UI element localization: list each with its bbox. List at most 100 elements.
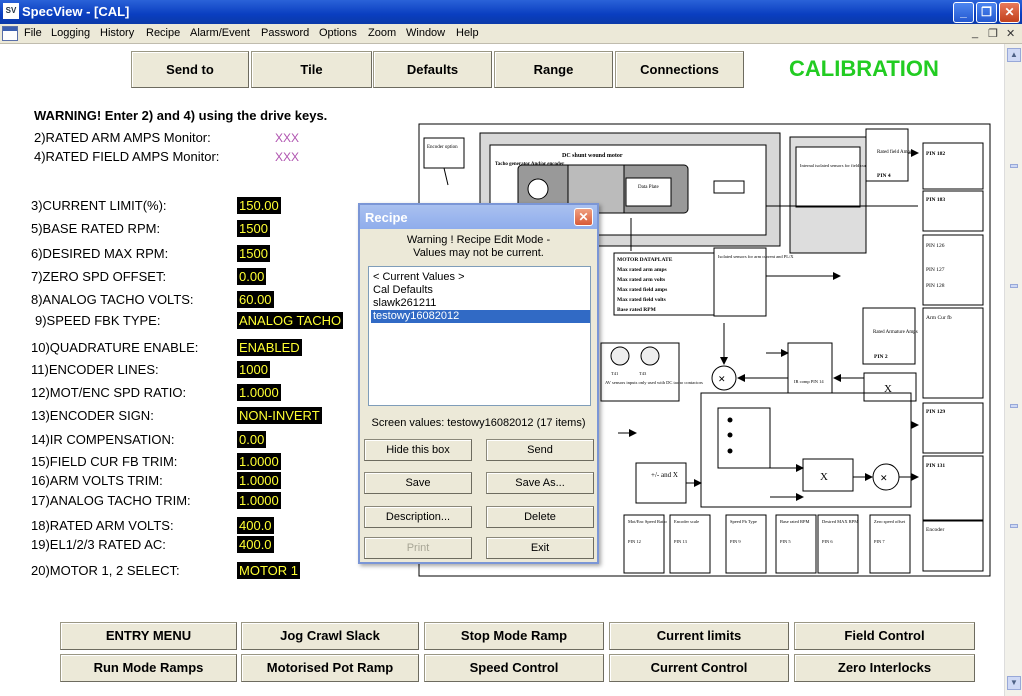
plusminus-text: +/- and X — [651, 471, 678, 479]
encoder-lines-value[interactable]: 1000 — [237, 361, 270, 378]
dataplate-line: Base rated RPM — [617, 307, 657, 313]
vertical-scrollbar[interactable]: ▲ ▼ — [1004, 44, 1022, 696]
hide-this-box-button[interactable]: Hide this box — [364, 439, 472, 461]
description-button[interactable]: Description... — [364, 506, 472, 528]
menu-help[interactable]: Help — [456, 27, 479, 39]
svg-text:PIN 6: PIN 6 — [822, 539, 833, 544]
svg-text:PIN 7: PIN 7 — [874, 539, 885, 544]
menu-file[interactable]: File — [24, 27, 42, 39]
motor-select-value[interactable]: MOTOR 1 — [237, 562, 300, 579]
tile-button[interactable]: Tile — [251, 51, 372, 88]
recipe-list-item-selected[interactable]: testowy16082012 — [371, 310, 590, 323]
scroll-down-icon[interactable]: ▼ — [1007, 676, 1021, 690]
app-icon[interactable]: SV — [3, 3, 19, 19]
rated-arm-volts-value[interactable]: 400.0 — [237, 517, 274, 534]
current-limits-button[interactable]: Current limits — [609, 622, 789, 650]
recipe-list-item[interactable]: slawk261211 — [371, 297, 590, 310]
menu-history[interactable]: History — [100, 27, 134, 39]
mdi-restore-icon[interactable]: ❐ — [988, 27, 998, 40]
pin-183-text: PIN 183 — [926, 197, 945, 203]
rated-field-amps-monitor: XXX — [275, 150, 300, 164]
zero-interlocks-button[interactable]: Zero Interlocks — [794, 654, 975, 682]
analog-tacho-trim-value[interactable]: 1.0000 — [237, 492, 281, 509]
data-plate-text: Data Plate — [638, 185, 659, 190]
scroll-tick — [1010, 524, 1018, 528]
jog-crawl-slack-button[interactable]: Jog Crawl Slack — [241, 622, 419, 650]
rated-arm-amps-label: 2)RATED ARM AMPS Monitor: — [34, 130, 211, 145]
mdi-close-icon[interactable]: ✕ — [1006, 27, 1015, 40]
document-icon[interactable] — [2, 26, 18, 41]
menu-zoom[interactable]: Zoom — [368, 27, 396, 39]
arm-volts-trim-value[interactable]: 1.0000 — [237, 472, 281, 489]
close-button[interactable]: ✕ — [999, 2, 1020, 23]
delete-button[interactable]: Delete — [486, 506, 594, 528]
rated-arm-volts-label: 18)RATED ARM VOLTS: — [31, 518, 174, 533]
speed-control-button[interactable]: Speed Control — [424, 654, 604, 682]
ir-compensation-value[interactable]: 0.00 — [237, 431, 267, 448]
encoder-sign-label: 13)ENCODER SIGN: — [31, 408, 154, 423]
menu-logging[interactable]: Logging — [51, 27, 90, 39]
recipe-dialog-titlebar[interactable]: Recipe ✕ — [360, 205, 597, 229]
menu-options[interactable]: Options — [319, 27, 357, 39]
range-button[interactable]: Range — [494, 51, 613, 88]
svg-text:Encoder scale: Encoder scale — [674, 519, 699, 524]
svg-text:PIN 183: PIN 183 — [926, 197, 945, 203]
current-control-button[interactable]: Current Control — [609, 654, 789, 682]
encoder-sign-value[interactable]: NON-INVERT — [237, 407, 322, 424]
zero-spd-offset-value[interactable]: 0.00 — [237, 268, 267, 285]
minimize-button[interactable]: _ — [953, 2, 974, 23]
run-mode-ramps-button[interactable]: Run Mode Ramps — [60, 654, 237, 682]
recipe-list-item[interactable]: < Current Values > — [371, 271, 590, 284]
field-control-button[interactable]: Field Control — [794, 622, 975, 650]
svg-text:DC shunt wound motor: DC shunt wound motor — [562, 153, 623, 159]
defaults-button[interactable]: Defaults — [373, 51, 492, 88]
desired-max-rpm-value[interactable]: 1500 — [237, 245, 270, 262]
page-title: CALIBRATION — [789, 56, 939, 81]
recipe-list-item[interactable]: Cal Defaults — [371, 284, 590, 297]
pin-128-text: PIN 128 — [926, 283, 945, 289]
menu-password[interactable]: Password — [261, 27, 309, 39]
save-button[interactable]: Save — [364, 472, 472, 494]
menu-alarm-event[interactable]: Alarm/Event — [190, 27, 250, 39]
svg-text:Isolated sensors for arm curre: Isolated sensors for arm current and PL/… — [718, 254, 794, 259]
recipe-close-icon[interactable]: ✕ — [574, 208, 593, 226]
connections-button[interactable]: Connections — [615, 51, 744, 88]
svg-text:Base rated RPM: Base rated RPM — [780, 519, 810, 524]
ir-comp-text: IR comp PIN 14 — [794, 379, 824, 384]
menu-window[interactable]: Window — [406, 27, 445, 39]
save-as-button[interactable]: Save As... — [486, 472, 594, 494]
field-cur-fb-trim-value[interactable]: 1.0000 — [237, 453, 281, 470]
stop-mode-ramp-button[interactable]: Stop Mode Ramp — [424, 622, 604, 650]
speed-fbk-type-value[interactable]: ANALOG TACHO — [237, 312, 344, 329]
mdi-minimize-icon[interactable]: _ — [972, 27, 978, 39]
current-limit-value[interactable]: 150.00 — [237, 197, 281, 214]
field-cur-fb-trim-label: 15)FIELD CUR FB TRIM: — [31, 454, 178, 469]
send-to-button[interactable]: Send to — [131, 51, 249, 88]
analog-tacho-volts-value[interactable]: 60.00 — [237, 291, 274, 308]
el123-rated-ac-value[interactable]: 400.0 — [237, 536, 274, 553]
svg-text:Rated field Amps: Rated field Amps — [877, 150, 912, 155]
rated-arm-text: Rated Armature Amps — [873, 330, 918, 335]
svg-text:Speed Fb Type: Speed Fb Type — [730, 519, 757, 524]
svg-text:PIN 126: PIN 126 — [926, 243, 945, 249]
motorised-pot-ramp-button[interactable]: Motorised Pot Ramp — [241, 654, 419, 682]
t41-text: T41 — [611, 371, 618, 376]
dataplate-line: Max rated field amps — [617, 287, 667, 293]
send-button[interactable]: Send — [486, 439, 594, 461]
quadrature-enable-value[interactable]: ENABLED — [237, 339, 302, 356]
current-limit-label: 3)CURRENT LIMIT(%): — [31, 198, 167, 213]
svg-text:PIN 4: PIN 4 — [877, 173, 891, 179]
analog-tacho-volts-label: 8)ANALOG TACHO VOLTS: — [31, 292, 194, 307]
svg-text:Rated Armature Amps: Rated Armature Amps — [873, 330, 918, 335]
bottom-box-pin: PIN 12 — [628, 539, 641, 544]
menu-recipe[interactable]: Recipe — [146, 27, 180, 39]
exit-button[interactable]: Exit — [486, 537, 594, 559]
mot-enc-spd-ratio-value[interactable]: 1.0000 — [237, 384, 281, 401]
entry-menu-button[interactable]: ENTRY MENU — [60, 622, 237, 650]
recipe-list[interactable]: < Current Values > Cal Defaults slawk261… — [368, 266, 591, 406]
rated-field-text: Rated field Amps — [877, 150, 912, 155]
base-rated-rpm-value[interactable]: 1500 — [237, 220, 270, 237]
restore-button[interactable]: ❐ — [976, 2, 997, 23]
dataplate-line: Max rated field volts — [617, 297, 666, 303]
scroll-up-icon[interactable]: ▲ — [1007, 48, 1021, 62]
